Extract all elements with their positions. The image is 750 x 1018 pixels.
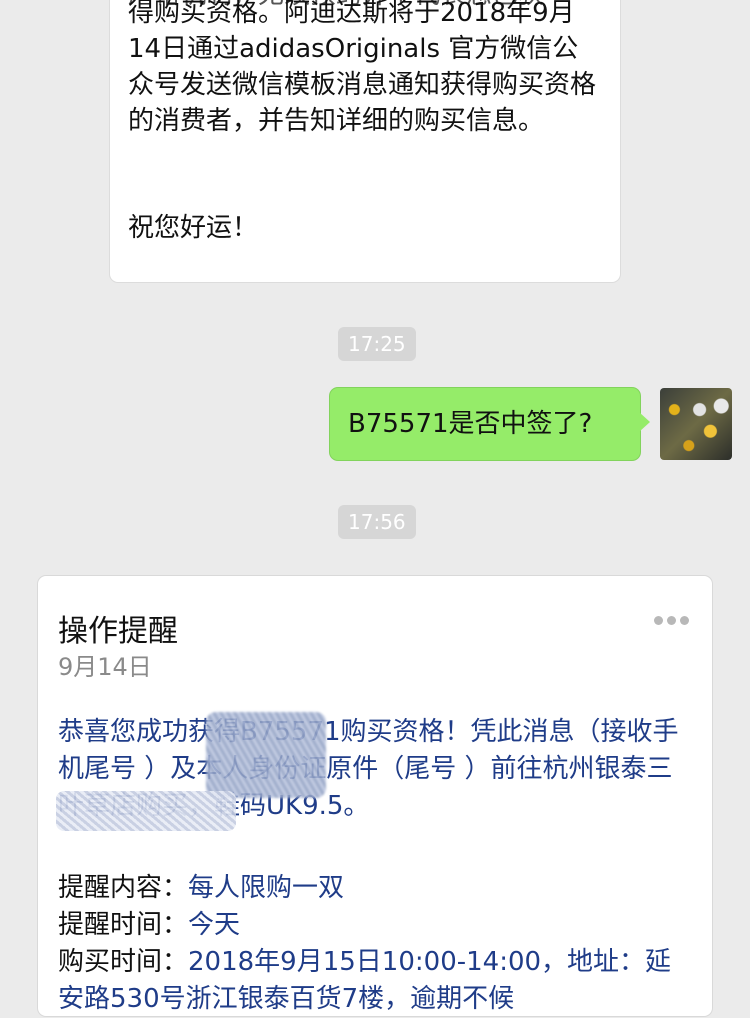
field-row: 购买时间：2018年9月15日10:00-14:00，地址：延安路530号浙江银… xyxy=(58,944,688,1018)
field-value: 每人限购一双 xyxy=(188,873,345,903)
timestamp: 17:56 xyxy=(338,505,416,539)
card-title: 操作提醒 xyxy=(58,614,178,649)
incoming-message-bubble[interactable]: 严格机制，无须预约并中代表您已获 得购买资格。阿迪达斯将于2018年9月14日通… xyxy=(110,0,620,282)
timestamp: 17:25 xyxy=(338,327,416,361)
card-date: 9月14日 xyxy=(58,653,152,681)
outgoing-message-bubble[interactable]: B75571是否中签了? xyxy=(330,388,650,460)
field-label: 提醒时间： xyxy=(58,910,189,940)
field-row: 提醒时间：今天 xyxy=(58,907,240,944)
more-options-icon[interactable] xyxy=(654,610,696,625)
avatar[interactable] xyxy=(660,388,732,460)
field-row: 提醒内容：每人限购一双 xyxy=(58,870,344,907)
field-label: 购买时间： xyxy=(58,947,189,977)
redacted-overlay xyxy=(206,712,326,798)
field-label: 提醒内容： xyxy=(58,873,189,903)
redacted-overlay xyxy=(56,791,236,831)
message-closing: 祝您好运！ xyxy=(128,213,259,243)
message-body: 得购买资格。阿迪达斯将于2018年9月14日通过adidasOriginals … xyxy=(128,0,597,136)
notification-card[interactable]: 操作提醒 9月14日 恭喜您成功获得B75571购买资格！凭此消息（接收手机尾号… xyxy=(38,576,712,1016)
field-value: 今天 xyxy=(188,910,241,940)
